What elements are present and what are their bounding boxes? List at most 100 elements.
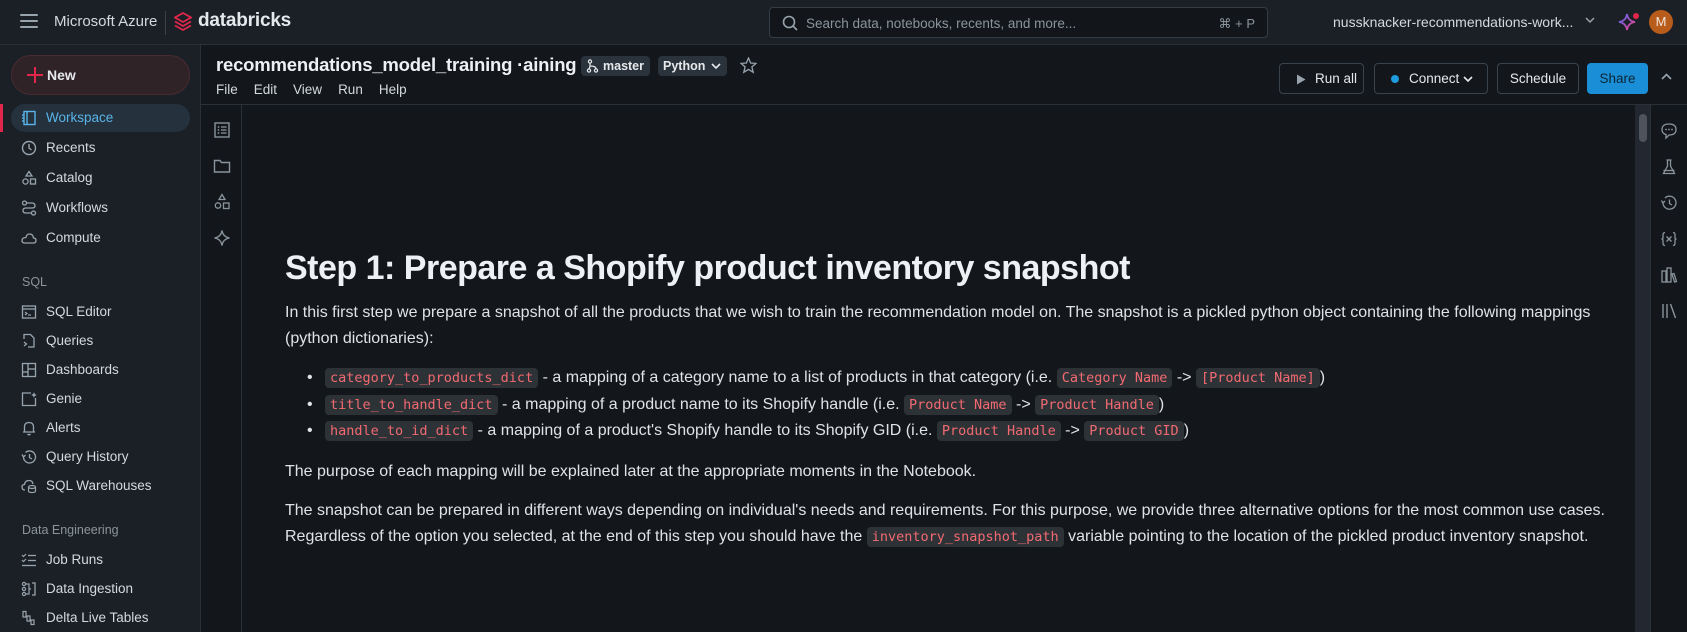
sidebar: New Workspace Recents Catalog Workflows … xyxy=(0,45,201,632)
menu-help[interactable]: Help xyxy=(379,82,407,97)
chevron-down-icon[interactable] xyxy=(1585,17,1595,24)
library-icon[interactable] xyxy=(1660,302,1678,320)
sidebar-item-label: Job Runs xyxy=(46,552,104,567)
markdown-cell[interactable]: Step 1: Prepare a Shopify product invent… xyxy=(285,248,1615,564)
menu-view[interactable]: View xyxy=(293,82,322,97)
close-paren: ) xyxy=(1158,395,1165,413)
arrow-text: -> xyxy=(1011,395,1036,413)
connect-button[interactable]: Connect xyxy=(1374,63,1488,94)
section-label-data-engineering: Data Engineering xyxy=(22,523,119,537)
version-history-icon[interactable] xyxy=(1660,194,1678,212)
options-text: variable pointing to the location of the… xyxy=(1063,527,1589,545)
close-paren: ) xyxy=(1319,369,1326,386)
menu-file[interactable]: File xyxy=(216,82,238,97)
sidebar-item-label: Dashboards xyxy=(46,362,119,377)
table-of-contents-icon[interactable] xyxy=(213,121,231,139)
dashboards-icon xyxy=(21,362,37,378)
run-all-label: Run all xyxy=(1315,71,1358,86)
workflows-icon xyxy=(21,200,37,216)
avatar[interactable]: M xyxy=(1649,10,1673,34)
sidebar-item-queries[interactable]: Queries xyxy=(11,327,190,355)
list-item-text: - a mapping of a product name to its Sho… xyxy=(497,395,905,413)
left-tool-rail xyxy=(201,105,242,632)
sidebar-item-workspace[interactable]: Workspace xyxy=(11,104,190,132)
sidebar-item-label: SQL Warehouses xyxy=(46,478,152,493)
experiment-flask-icon[interactable] xyxy=(1660,158,1678,176)
sidebar-item-recents[interactable]: Recents xyxy=(11,134,190,162)
sidebar-item-sql-editor[interactable]: SQL Editor xyxy=(11,298,190,326)
sidebar-item-job-runs[interactable]: Job Runs xyxy=(11,546,190,574)
catalog-icon[interactable] xyxy=(213,193,231,211)
connection-status-dot xyxy=(1391,75,1399,83)
cell-heading: Step 1: Prepare a Shopify product invent… xyxy=(285,249,1130,287)
list-item-text: - a mapping of a product's Shopify handl… xyxy=(473,422,937,439)
sidebar-item-workflows[interactable]: Workflows xyxy=(11,194,190,222)
sidebar-item-query-history[interactable]: Query History xyxy=(11,443,190,471)
job-runs-icon xyxy=(21,553,36,567)
inline-code: Product Handle xyxy=(936,421,1061,441)
sidebar-item-label: Workflows xyxy=(46,200,109,215)
sidebar-item-sql-warehouses[interactable]: SQL Warehouses xyxy=(11,472,190,500)
genie-icon xyxy=(21,392,37,407)
chevron-down-icon xyxy=(1463,76,1473,83)
queries-icon xyxy=(23,333,35,348)
sidebar-item-catalog[interactable]: Catalog xyxy=(11,164,190,192)
right-tool-rail xyxy=(1650,105,1687,632)
notebook-menu: File Edit View Run Help xyxy=(216,82,423,97)
chevron-down-icon xyxy=(711,63,721,70)
inline-code: Product Handle xyxy=(1035,394,1159,415)
sidebar-item-label: Recents xyxy=(46,140,96,155)
play-icon xyxy=(1297,74,1306,85)
schedule-button[interactable]: Schedule xyxy=(1497,63,1579,94)
sidebar-item-data-ingestion[interactable]: Data Ingestion xyxy=(11,575,190,603)
variables-icon[interactable] xyxy=(1660,230,1678,248)
menu-icon[interactable] xyxy=(20,14,38,30)
cloud-provider-label: Microsoft Azure xyxy=(54,13,158,30)
new-button[interactable]: New xyxy=(11,55,190,95)
search-input[interactable]: Search data, notebooks, recents, and mor… xyxy=(769,7,1268,38)
inline-code: category_to_products_dict xyxy=(325,368,539,388)
language-selector[interactable]: Python xyxy=(658,56,728,76)
workspace-switcher[interactable]: nussknacker-recommendations-work... xyxy=(1333,14,1573,30)
inline-code: inventory_snapshot_path xyxy=(866,526,1064,547)
environment-icon[interactable] xyxy=(1660,266,1678,284)
scrollbar-track[interactable] xyxy=(1635,105,1650,632)
git-branch-button[interactable]: master xyxy=(581,56,650,76)
cloud-icon xyxy=(21,233,37,244)
menu-edit[interactable]: Edit xyxy=(254,82,277,97)
active-indicator xyxy=(0,104,3,132)
list-item: title_to_handle_dict - a mapping of a pr… xyxy=(307,392,1615,419)
brand-name: databricks xyxy=(198,10,292,31)
assistant-icon[interactable] xyxy=(213,229,231,247)
comments-icon[interactable] xyxy=(1660,122,1678,140)
connect-label: Connect xyxy=(1409,71,1460,86)
share-button[interactable]: Share xyxy=(1587,63,1648,94)
star-icon[interactable] xyxy=(740,57,757,74)
folder-icon[interactable] xyxy=(213,157,231,175)
sidebar-item-delta-live-tables[interactable]: Delta Live Tables xyxy=(11,604,190,632)
notebook-content: Step 1: Prepare a Shopify product invent… xyxy=(242,105,1635,632)
sidebar-item-label: Delta Live Tables xyxy=(46,610,149,625)
sidebar-item-genie[interactable]: Genie xyxy=(11,385,190,413)
sidebar-item-alerts[interactable]: Alerts xyxy=(11,414,190,442)
list-item: category_to_products_dict - a mapping of… xyxy=(307,365,1615,392)
notebook-title[interactable]: recommendations_model_training ·aining xyxy=(216,54,577,76)
sidebar-item-dashboards[interactable]: Dashboards xyxy=(11,356,190,384)
scrollbar-thumb[interactable] xyxy=(1639,114,1647,142)
warehouse-icon xyxy=(21,479,37,494)
inline-code: [Product Name] xyxy=(1195,368,1320,388)
sidebar-item-label: Queries xyxy=(46,333,94,348)
history-icon xyxy=(21,450,37,464)
inline-code: Category Name xyxy=(1056,368,1173,388)
menu-run[interactable]: Run xyxy=(338,82,363,97)
sidebar-item-compute[interactable]: Compute xyxy=(11,224,190,252)
chevron-up-icon[interactable] xyxy=(1661,73,1672,80)
plus-icon xyxy=(27,67,43,83)
search-placeholder: Search data, notebooks, recents, and mor… xyxy=(806,16,1077,31)
brand-divider xyxy=(165,11,166,35)
databricks-logo-icon xyxy=(174,12,192,32)
inline-code: handle_to_id_dict xyxy=(325,421,474,441)
run-all-button[interactable]: Run all xyxy=(1279,63,1364,94)
sidebar-item-label: Workspace xyxy=(46,110,114,125)
workspace-icon xyxy=(22,110,36,126)
